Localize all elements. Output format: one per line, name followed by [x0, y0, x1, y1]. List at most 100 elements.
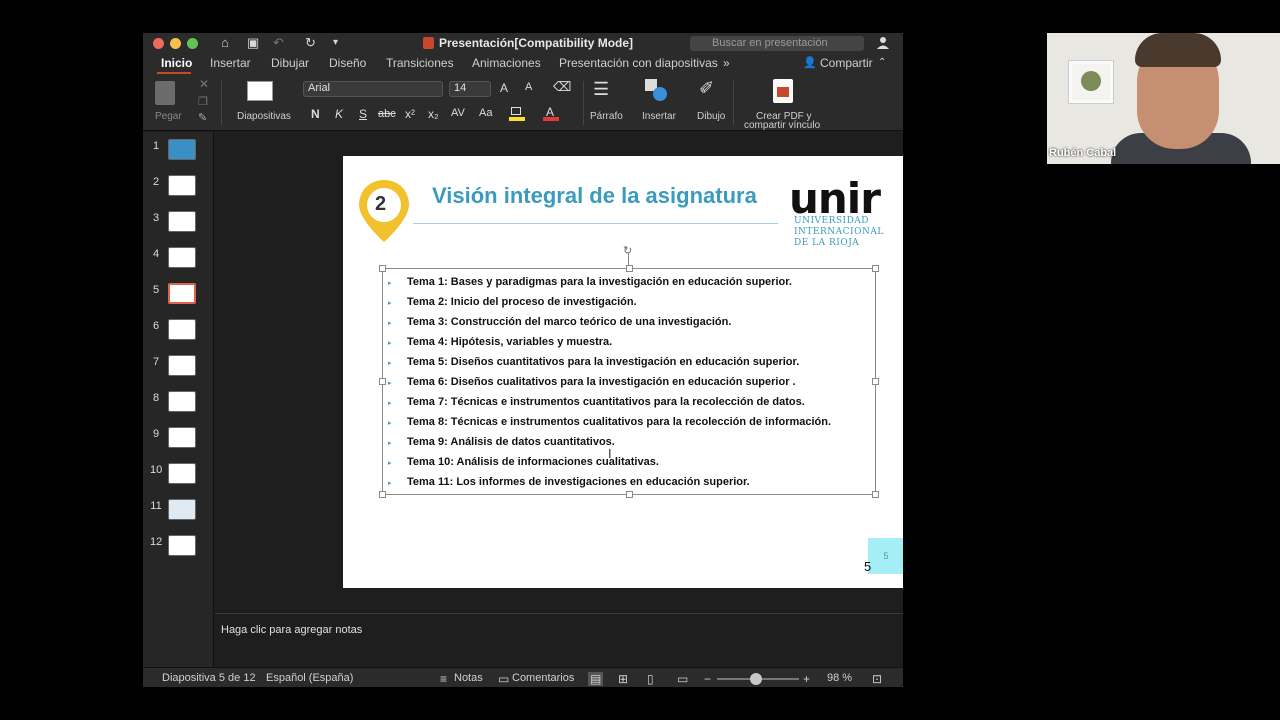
resize-handle[interactable] — [872, 491, 879, 498]
pdf-icon[interactable] — [773, 79, 793, 103]
cut-icon[interactable]: ✕ — [199, 77, 209, 91]
zoom-in-icon[interactable]: + — [803, 672, 810, 686]
section-number: 2 — [375, 193, 387, 215]
italic-button[interactable]: K — [335, 107, 343, 121]
copy-icon[interactable]: ❐ — [198, 95, 208, 108]
tab-transiciones[interactable]: Transiciones — [386, 56, 454, 70]
bullet-icon: ▸ — [388, 460, 392, 467]
undo-icon[interactable]: ↶ — [273, 35, 284, 51]
content-text-box[interactable]: ▸ Tema 1: Bases y paradigmas para la inv… — [379, 265, 879, 498]
more-tabs-icon[interactable]: » — [723, 56, 730, 70]
resize-handle[interactable] — [872, 378, 879, 385]
font-name-select[interactable]: Arial — [303, 81, 443, 97]
clear-format-icon[interactable]: ⌫ — [553, 79, 571, 95]
paragraph-icon[interactable]: ☰ — [593, 79, 609, 100]
resize-handle[interactable] — [872, 265, 879, 272]
zoom-out-icon[interactable]: − — [704, 672, 711, 686]
tab-insertar[interactable]: Insertar — [210, 56, 251, 70]
slide-thumbnail-12[interactable] — [168, 535, 196, 556]
resize-handle[interactable] — [379, 491, 386, 498]
language-indicator[interactable]: Español (España) — [266, 672, 353, 684]
format-painter-icon[interactable]: ✎ — [198, 111, 207, 124]
slide-thumbnail-1[interactable] — [168, 139, 196, 160]
font-size-select[interactable]: 14 — [449, 81, 491, 97]
user-add-icon[interactable] — [877, 36, 891, 50]
slide-thumbnail-3[interactable] — [168, 211, 196, 232]
tab-presentacion[interactable]: Presentación con diapositivas — [559, 56, 718, 70]
home-icon[interactable]: ⌂ — [221, 35, 229, 50]
draw-pen-icon[interactable]: ✐ — [699, 78, 714, 99]
slide-thumbnail-6[interactable] — [168, 319, 196, 340]
customize-toolbar-icon[interactable]: ▾ — [333, 37, 338, 48]
redo-icon[interactable]: ↻ — [305, 35, 316, 51]
slide-thumbnail-7[interactable] — [168, 355, 196, 376]
list-item[interactable]: ▸ Tema 4: Hipótesis, variables y muestra… — [388, 336, 868, 352]
slide-thumbnail-2[interactable] — [168, 175, 196, 196]
resize-handle[interactable] — [626, 265, 633, 272]
insert-shapes-icon[interactable] — [645, 79, 667, 103]
resize-handle[interactable] — [379, 378, 386, 385]
list-item[interactable]: ▸ Tema 5: Diseños cuantitativos para la … — [388, 356, 868, 372]
increase-font-icon[interactable]: A — [500, 81, 508, 95]
comments-button[interactable]: Comentarios — [512, 672, 574, 684]
slide-thumbnail-4[interactable] — [168, 247, 196, 268]
list-item[interactable]: ▸ Tema 9: Análisis de datos cuantitativo… — [388, 436, 868, 452]
notes-pane[interactable]: Haga clic para agregar notas — [215, 613, 903, 667]
slideshow-icon[interactable]: ▭ — [677, 672, 688, 686]
list-item[interactable]: ▸ Tema 10: Análisis de informaciones cua… — [388, 456, 868, 472]
paste-icon[interactable] — [155, 81, 175, 105]
tab-dibujar[interactable]: Dibujar — [271, 56, 309, 70]
tab-animaciones[interactable]: Animaciones — [472, 56, 541, 70]
notes-placeholder[interactable]: Haga clic para agregar notas — [221, 624, 362, 636]
list-item[interactable]: ▸ Tema 7: Técnicas e instrumentos cuanti… — [388, 396, 868, 412]
bold-button[interactable]: N — [311, 107, 320, 121]
share-button[interactable]: Compartir — [820, 56, 873, 70]
normal-view-icon[interactable]: ▤ — [588, 672, 604, 686]
slide-thumbnail-10[interactable] — [168, 463, 196, 484]
slide-thumbnail-11[interactable] — [168, 499, 196, 520]
slide-title[interactable]: Visión integral de la asignatura — [432, 183, 757, 209]
zoom-window-button[interactable] — [187, 38, 198, 49]
create-pdf-label-line2[interactable]: compartir vínculo — [744, 120, 820, 131]
comments-icon[interactable]: ▭ — [498, 672, 509, 686]
list-item[interactable]: ▸ Tema 1: Bases y paradigmas para la inv… — [388, 276, 868, 292]
subscript-button[interactable]: x₂ — [428, 107, 439, 121]
zoom-slider-thumb[interactable] — [750, 673, 762, 685]
superscript-button[interactable]: x² — [405, 107, 415, 121]
notes-icon[interactable]: ≡ — [440, 672, 447, 686]
underline-button[interactable]: S — [359, 107, 367, 121]
slide-thumbnail-8[interactable] — [168, 391, 196, 412]
resize-handle[interactable] — [379, 265, 386, 272]
reading-view-icon[interactable]: ▯ — [647, 672, 654, 686]
list-item[interactable]: ▸ Tema 2: Inicio del proceso de investig… — [388, 296, 868, 312]
list-item[interactable]: ▸ Tema 3: Construcción del marco teórico… — [388, 316, 868, 332]
slide-thumbnail-9[interactable] — [168, 427, 196, 448]
highlight-icon[interactable] — [509, 107, 525, 121]
change-case-icon[interactable]: Aa — [479, 107, 492, 119]
strikethrough-button[interactable]: abc — [378, 108, 396, 120]
resize-handle[interactable] — [626, 491, 633, 498]
collapse-ribbon-icon[interactable]: ⌃ — [878, 57, 886, 68]
share-icon[interactable]: 👤 — [803, 56, 817, 69]
new-slide-icon[interactable] — [247, 81, 273, 101]
minimize-window-button[interactable] — [170, 38, 181, 49]
character-spacing-icon[interactable]: AV — [451, 107, 465, 119]
decrease-font-icon[interactable]: A — [525, 81, 532, 93]
tab-inicio[interactable]: Inicio — [161, 56, 192, 70]
slide-thumbnail-5[interactable] — [168, 283, 196, 304]
list-item[interactable]: ▸ Tema 11: Los informes de investigacion… — [388, 476, 868, 492]
search-input[interactable]: Buscar en presentación — [690, 36, 864, 51]
font-color-icon[interactable]: A — [543, 105, 559, 121]
list-item-text: Tema 11: Los informes de investigaciones… — [407, 476, 750, 488]
slide-sorter-icon[interactable]: ⊞ — [618, 672, 628, 686]
slide[interactable]: 2 Visión integral de la asignatura unir … — [343, 156, 903, 588]
save-icon[interactable]: ▣ — [247, 35, 259, 51]
list-item[interactable]: ▸ Tema 8: Técnicas e instrumentos cualit… — [388, 416, 868, 432]
list-item[interactable]: ▸ Tema 6: Diseños cualitativos para la i… — [388, 376, 868, 392]
tab-diseno[interactable]: Diseño — [329, 56, 366, 70]
fit-to-window-icon[interactable]: ⊡ — [872, 672, 882, 686]
notes-button[interactable]: Notas — [454, 672, 483, 684]
rotate-handle-icon[interactable]: ↻ — [623, 244, 632, 257]
zoom-level[interactable]: 98 % — [827, 672, 852, 684]
close-window-button[interactable] — [153, 38, 164, 49]
